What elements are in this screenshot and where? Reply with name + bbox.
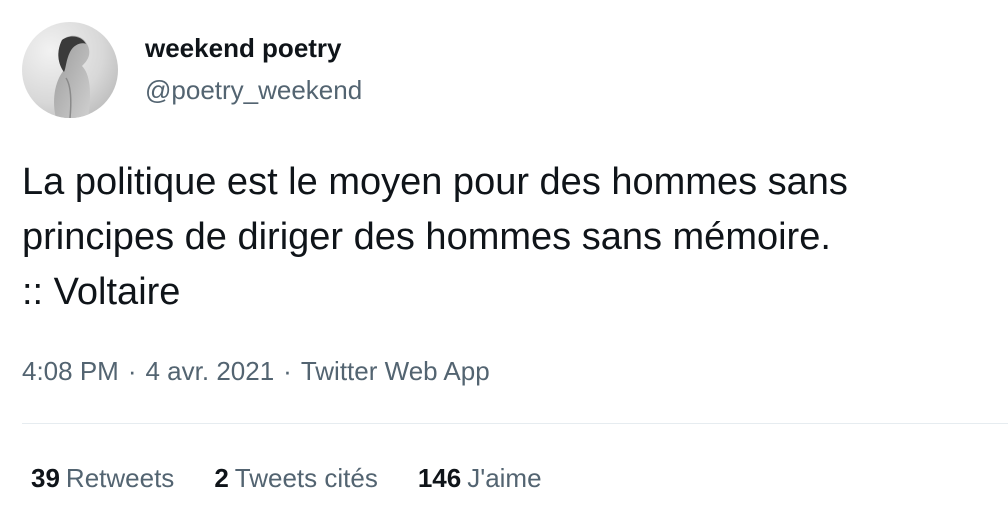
separator: · xyxy=(283,356,292,386)
user-handle[interactable]: @poetry_weekend xyxy=(145,75,362,105)
retweets-count: 39 xyxy=(31,463,60,493)
quote-tweets-stat[interactable]: 2 Tweets cités xyxy=(214,461,378,495)
display-name[interactable]: weekend poetry xyxy=(145,33,362,63)
tweet-source[interactable]: Twitter Web App xyxy=(301,356,490,386)
quote-tweets-count: 2 xyxy=(214,463,229,493)
avatar[interactable] xyxy=(22,22,118,118)
tweet-text-line: :: Voltaire xyxy=(22,271,181,313)
tweet-header: weekend poetry @poetry_weekend xyxy=(22,22,362,118)
tweet-metadata: 4:08 PM · 4 avr. 2021 · Twitter Web App xyxy=(22,354,490,388)
tweet-stats: 39 Retweets 2 Tweets cités 146 J'aime xyxy=(31,461,582,495)
divider xyxy=(22,423,1008,424)
likes-label: J'aime xyxy=(467,463,542,493)
separator: · xyxy=(127,356,137,386)
tweet-text-line: La politique est le moyen pour des homme… xyxy=(22,161,848,203)
user-names: weekend poetry @poetry_weekend xyxy=(145,22,362,105)
retweets-label: Retweets xyxy=(65,463,175,493)
tweet-time[interactable]: 4:08 PM xyxy=(22,356,119,386)
retweets-stat[interactable]: 39 Retweets xyxy=(31,461,174,495)
quote-tweets-label: Tweets cités xyxy=(234,463,378,493)
tweet-card: weekend poetry @poetry_weekend La politi… xyxy=(0,0,1008,522)
tweet-text-line: principes de diriger des hommes sans mém… xyxy=(22,216,831,258)
likes-count: 146 xyxy=(417,463,462,493)
avatar-photo-icon xyxy=(22,22,118,118)
tweet-text: La politique est le moyen pour des homme… xyxy=(22,155,992,320)
tweet-date[interactable]: 4 avr. 2021 xyxy=(146,356,275,386)
likes-stat[interactable]: 146 J'aime xyxy=(418,461,542,495)
